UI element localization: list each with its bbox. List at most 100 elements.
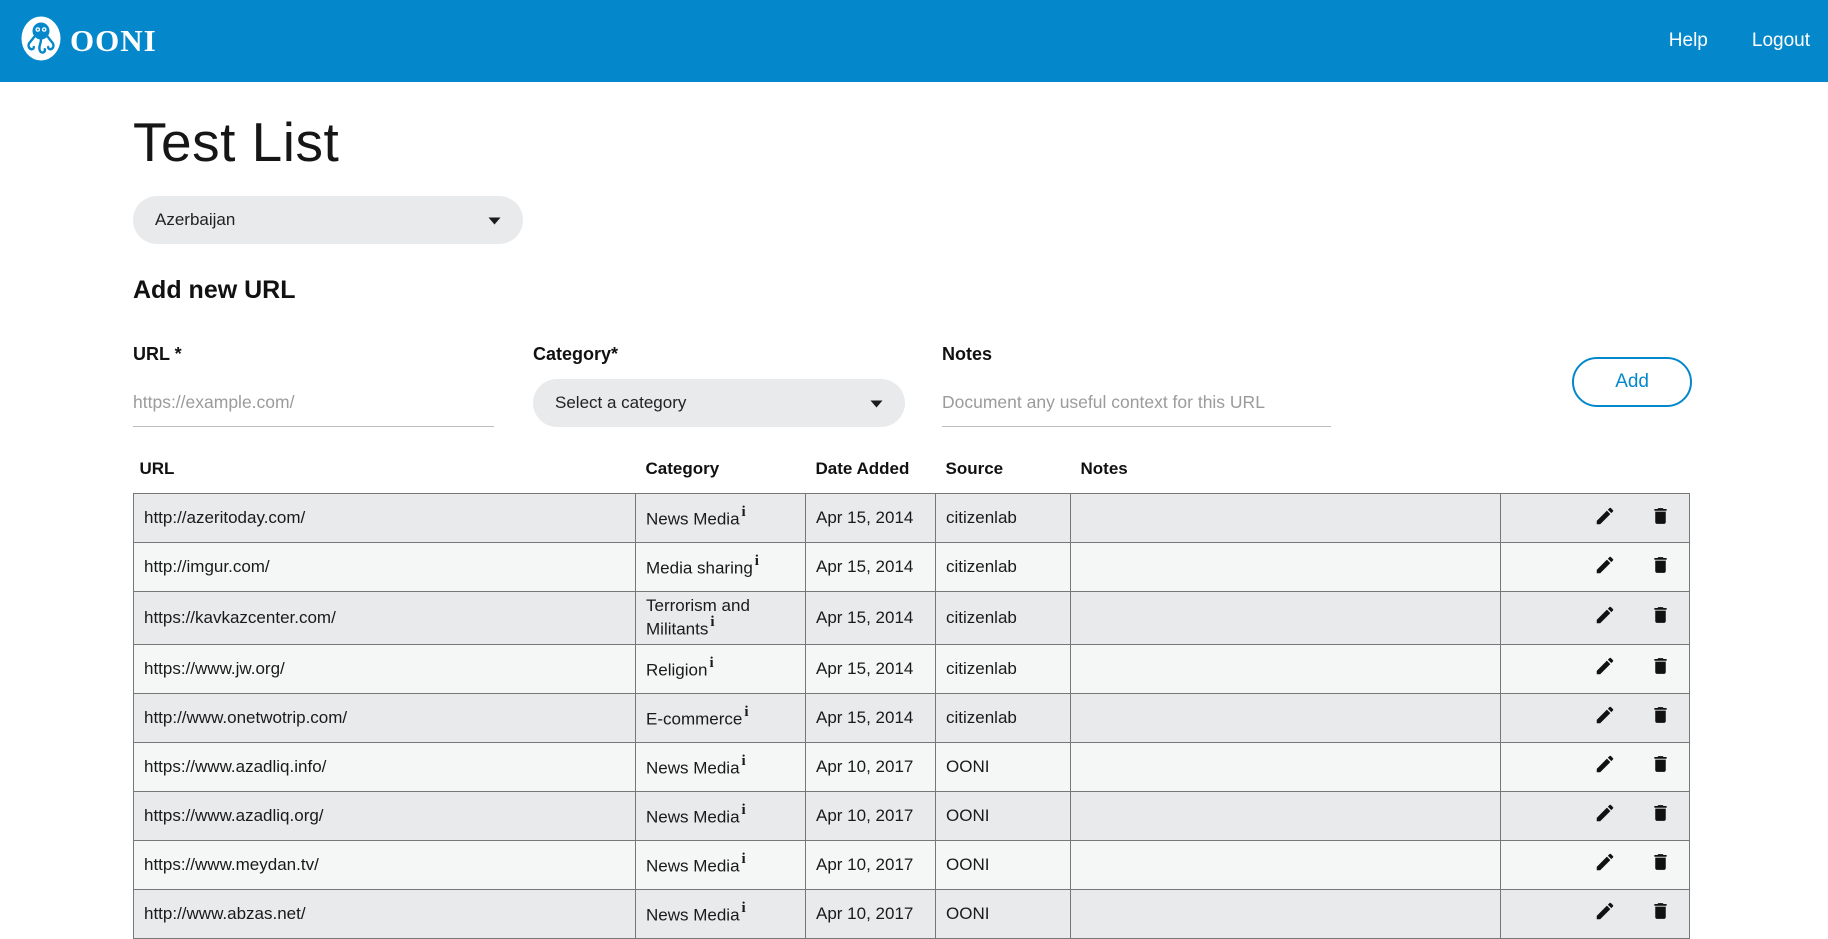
row-actions-cell bbox=[1501, 742, 1690, 791]
delete-icon[interactable] bbox=[1650, 753, 1671, 775]
column-header-notes: Notes bbox=[1071, 459, 1501, 494]
ooni-home-link[interactable]: OONI bbox=[21, 16, 157, 66]
category-info-icon[interactable]: i bbox=[742, 851, 746, 867]
add-new-url-heading: Add new URL bbox=[133, 276, 1692, 305]
edit-icon[interactable] bbox=[1594, 505, 1616, 527]
source-cell: OONI bbox=[936, 889, 1071, 938]
url-table-row: http://azeritoday.com/ News Mediai Apr 1… bbox=[134, 494, 1690, 543]
url-input[interactable] bbox=[133, 379, 494, 427]
category-cell: News Mediai bbox=[636, 889, 806, 938]
date-added-cell: Apr 15, 2014 bbox=[806, 543, 936, 592]
category-info-icon[interactable]: i bbox=[710, 614, 714, 630]
category-select-value: Select a category bbox=[555, 393, 686, 413]
column-header-url: URL bbox=[134, 459, 636, 494]
url-table: URL Category Date Added Source Notes htt… bbox=[133, 459, 1690, 939]
url-field-label: URL * bbox=[133, 344, 494, 365]
notes-cell bbox=[1071, 592, 1501, 645]
row-actions-cell bbox=[1501, 494, 1690, 543]
delete-icon[interactable] bbox=[1650, 802, 1671, 824]
category-info-icon[interactable]: i bbox=[742, 753, 746, 769]
chevron-down-icon bbox=[870, 393, 883, 413]
row-actions-cell bbox=[1501, 592, 1690, 645]
column-header-actions bbox=[1501, 459, 1690, 494]
brand-name: OONI bbox=[70, 23, 157, 59]
help-link[interactable]: Help bbox=[1669, 30, 1708, 52]
url-cell: https://www.jw.org/ bbox=[134, 644, 636, 693]
date-added-cell: Apr 15, 2014 bbox=[806, 592, 936, 645]
edit-icon[interactable] bbox=[1594, 851, 1616, 873]
top-nav-links: Help Logout bbox=[1669, 30, 1810, 52]
delete-icon[interactable] bbox=[1650, 505, 1671, 527]
notes-cell bbox=[1071, 742, 1501, 791]
notes-cell bbox=[1071, 840, 1501, 889]
url-cell: http://azeritoday.com/ bbox=[134, 494, 636, 543]
category-cell: E-commercei bbox=[636, 693, 806, 742]
edit-icon[interactable] bbox=[1594, 655, 1616, 677]
category-info-icon[interactable]: i bbox=[742, 504, 746, 520]
url-cell: https://kavkazcenter.com/ bbox=[134, 592, 636, 645]
url-cell: https://www.azadliq.info/ bbox=[134, 742, 636, 791]
edit-icon[interactable] bbox=[1594, 753, 1616, 775]
url-table-row: https://www.azadliq.info/ News Mediai Ap… bbox=[134, 742, 1690, 791]
notes-cell bbox=[1071, 543, 1501, 592]
category-cell: News Mediai bbox=[636, 494, 806, 543]
source-cell: citizenlab bbox=[936, 592, 1071, 645]
row-actions-cell bbox=[1501, 644, 1690, 693]
row-actions-cell bbox=[1501, 543, 1690, 592]
notes-field-group: Notes bbox=[942, 344, 1331, 427]
source-cell: citizenlab bbox=[936, 494, 1071, 543]
url-cell: http://www.onetwotrip.com/ bbox=[134, 693, 636, 742]
edit-icon[interactable] bbox=[1594, 704, 1616, 726]
logout-link[interactable]: Logout bbox=[1752, 30, 1810, 52]
url-table-row: https://kavkazcenter.com/ Terrorism and … bbox=[134, 592, 1690, 645]
edit-icon[interactable] bbox=[1594, 900, 1616, 922]
category-info-icon[interactable]: i bbox=[709, 655, 713, 671]
notes-cell bbox=[1071, 693, 1501, 742]
category-field-label: Category* bbox=[533, 344, 905, 365]
category-info-icon[interactable]: i bbox=[755, 553, 759, 569]
page-title: Test List bbox=[133, 110, 1692, 174]
delete-icon[interactable] bbox=[1650, 655, 1671, 677]
category-info-icon[interactable]: i bbox=[744, 704, 748, 720]
category-cell: Terrorism and Militantsi bbox=[636, 592, 806, 645]
country-select-value: Azerbaijan bbox=[155, 210, 235, 230]
row-actions-cell bbox=[1501, 791, 1690, 840]
source-cell: OONI bbox=[936, 742, 1071, 791]
column-header-category: Category bbox=[636, 459, 806, 494]
test-list-page: Test List Azerbaijan Add new URL URL * C… bbox=[0, 82, 1828, 939]
source-cell: citizenlab bbox=[936, 644, 1071, 693]
row-actions-cell bbox=[1501, 693, 1690, 742]
delete-icon[interactable] bbox=[1650, 900, 1671, 922]
add-url-button[interactable]: Add bbox=[1572, 357, 1692, 407]
edit-icon[interactable] bbox=[1594, 802, 1616, 824]
category-cell: News Mediai bbox=[636, 791, 806, 840]
category-select[interactable]: Select a category bbox=[533, 379, 905, 427]
category-cell: Religioni bbox=[636, 644, 806, 693]
country-select[interactable]: Azerbaijan bbox=[133, 196, 523, 244]
delete-icon[interactable] bbox=[1650, 604, 1671, 626]
category-info-icon[interactable]: i bbox=[742, 900, 746, 916]
url-table-header: URL Category Date Added Source Notes bbox=[134, 459, 1690, 494]
url-cell: https://www.meydan.tv/ bbox=[134, 840, 636, 889]
delete-icon[interactable] bbox=[1650, 704, 1671, 726]
url-table-row: https://www.azadliq.org/ News Mediai Apr… bbox=[134, 791, 1690, 840]
notes-input[interactable] bbox=[942, 379, 1331, 427]
category-field-group: Category* Select a category bbox=[533, 344, 905, 427]
ooni-octopus-logo-icon bbox=[21, 16, 61, 66]
delete-icon[interactable] bbox=[1650, 851, 1671, 873]
url-cell: http://www.abzas.net/ bbox=[134, 889, 636, 938]
row-actions-cell bbox=[1501, 889, 1690, 938]
delete-icon[interactable] bbox=[1650, 554, 1671, 576]
category-cell: News Mediai bbox=[636, 742, 806, 791]
category-info-icon[interactable]: i bbox=[742, 802, 746, 818]
url-cell: https://www.azadliq.org/ bbox=[134, 791, 636, 840]
edit-icon[interactable] bbox=[1594, 554, 1616, 576]
url-table-row: https://www.jw.org/ Religioni Apr 15, 20… bbox=[134, 644, 1690, 693]
url-cell: http://imgur.com/ bbox=[134, 543, 636, 592]
url-table-row: https://www.meydan.tv/ News Mediai Apr 1… bbox=[134, 840, 1690, 889]
column-header-date-added: Date Added bbox=[806, 459, 936, 494]
source-cell: citizenlab bbox=[936, 543, 1071, 592]
edit-icon[interactable] bbox=[1594, 604, 1616, 626]
date-added-cell: Apr 10, 2017 bbox=[806, 742, 936, 791]
notes-field-label: Notes bbox=[942, 344, 1331, 365]
